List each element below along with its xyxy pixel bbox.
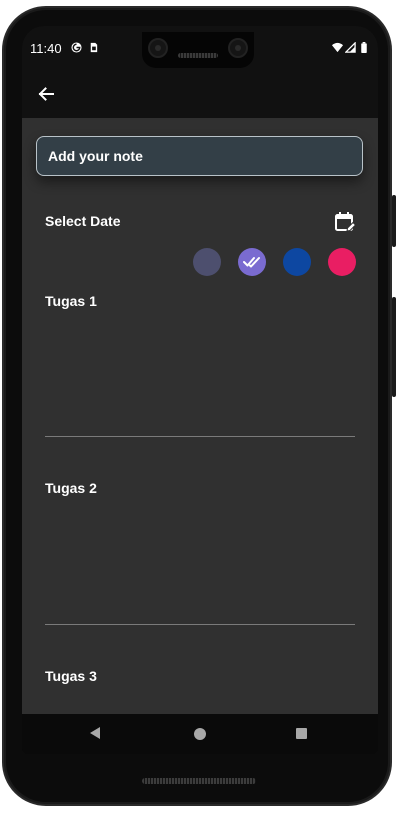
wifi-icon [332, 42, 343, 53]
note-form: Add your note Select Date Tugas 1 Tugas … [22, 118, 378, 714]
color-swatch-blue[interactable] [283, 248, 311, 276]
volume-button [392, 297, 396, 397]
camera-notch [142, 32, 254, 68]
nav-recents-icon[interactable] [296, 728, 307, 739]
task-title-1[interactable]: Tugas 1 [45, 293, 97, 309]
app-bar [22, 70, 378, 118]
screen: 11:40 Add your note Select Date Tugas 1 … [22, 26, 378, 754]
status-bar: 11:40 [22, 26, 378, 70]
color-swatch-pink[interactable] [328, 248, 356, 276]
color-swatch-purple[interactable] [238, 248, 266, 276]
earpiece-speaker [178, 53, 218, 58]
front-camera-icon [228, 38, 248, 58]
select-date-label[interactable]: Select Date [45, 213, 120, 229]
signal-icon [345, 42, 356, 53]
battery-icon [361, 42, 367, 53]
task-divider [45, 436, 355, 437]
power-button [392, 195, 396, 247]
task-title-3[interactable]: Tugas 3 [45, 668, 97, 684]
sim-card-icon [90, 42, 98, 53]
system-nav-bar [22, 714, 378, 754]
google-play-protect-icon [71, 42, 82, 53]
arrow-back-icon[interactable] [36, 84, 56, 104]
status-time: 11:40 [30, 41, 62, 56]
task-title-2[interactable]: Tugas 2 [45, 480, 97, 496]
double-check-icon [243, 257, 260, 268]
note-input[interactable]: Add your note [36, 136, 363, 176]
note-input-placeholder: Add your note [48, 148, 143, 164]
task-divider [45, 624, 355, 625]
calendar-edit-icon[interactable] [334, 211, 356, 233]
nav-back-icon[interactable] [90, 727, 100, 739]
nav-home-icon[interactable] [194, 728, 206, 740]
bottom-speaker [142, 778, 256, 784]
front-camera-icon [148, 38, 168, 58]
color-swatch-slate[interactable] [193, 248, 221, 276]
